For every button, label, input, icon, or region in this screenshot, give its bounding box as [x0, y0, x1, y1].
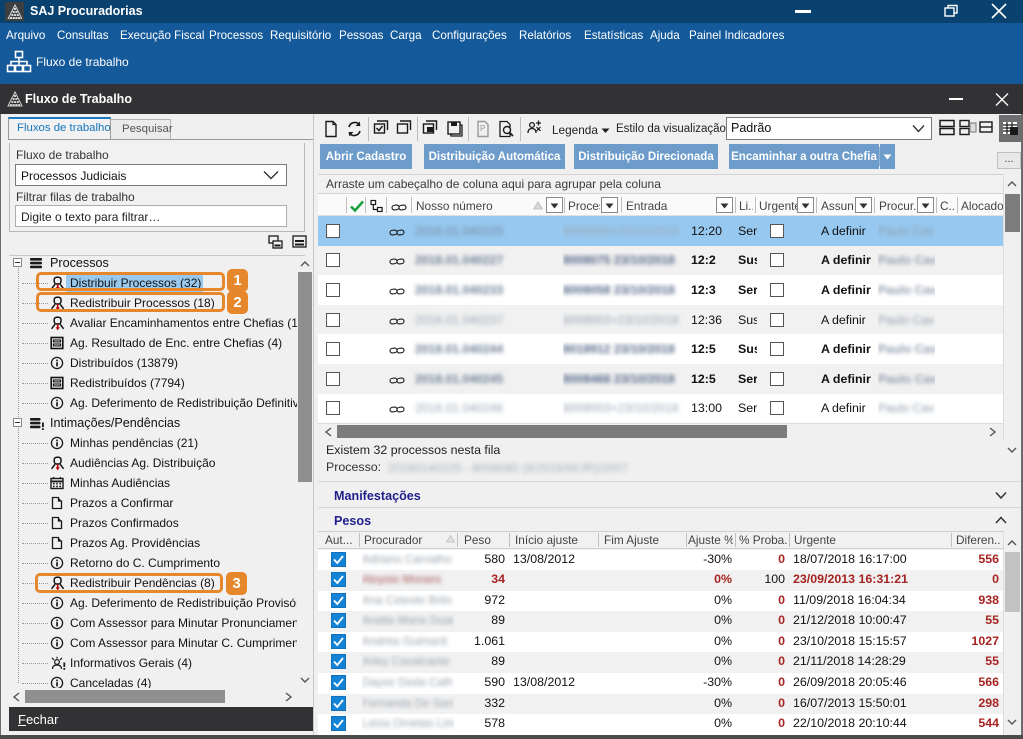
svg-text:P: P	[480, 124, 485, 133]
